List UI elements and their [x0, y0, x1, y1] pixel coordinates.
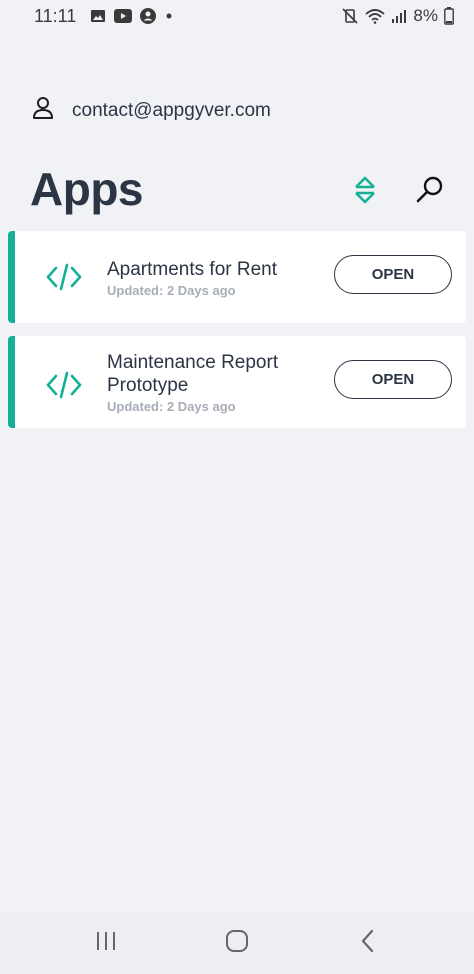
- app-card-text: Apartments for Rent Updated: 2 Days ago: [107, 258, 336, 298]
- image-icon: [90, 8, 106, 24]
- battery-percent: 8%: [413, 6, 438, 25]
- account-circle-icon: [140, 8, 157, 24]
- status-bar: 11:11 8%: [0, 0, 474, 32]
- app-card-text: Maintenance Report Prototype Updated: 2 …: [107, 351, 336, 414]
- open-button[interactable]: OPEN: [334, 255, 452, 294]
- system-nav-bar: [0, 912, 474, 974]
- signal-icon: [391, 8, 407, 24]
- status-bar-left: 11:11: [34, 6, 174, 27]
- home-icon: [224, 928, 250, 959]
- back-icon: [359, 929, 377, 958]
- dot-icon: [164, 11, 174, 21]
- home-button[interactable]: [217, 923, 257, 963]
- app-card[interactable]: Maintenance Report Prototype Updated: 2 …: [8, 336, 466, 428]
- back-button[interactable]: [348, 923, 388, 963]
- search-button[interactable]: [414, 174, 446, 206]
- app-title: Apartments for Rent: [107, 259, 278, 280]
- account-email: contact@appgyver.com: [72, 99, 271, 121]
- app-title-line2: Prototype: [107, 375, 189, 396]
- vibrate-off-icon: [341, 7, 359, 25]
- sort-button[interactable]: [351, 174, 379, 206]
- status-time: 11:11: [34, 5, 77, 26]
- open-button[interactable]: OPEN: [334, 360, 452, 399]
- app-card[interactable]: Apartments for Rent Updated: 2 Days ago …: [8, 231, 466, 323]
- youtube-icon: [114, 9, 133, 23]
- app-title-line1: Maintenance Report: [107, 352, 279, 373]
- code-icon: [46, 370, 82, 400]
- battery-icon: [444, 7, 454, 25]
- user-icon: [32, 96, 54, 125]
- recents-button[interactable]: [86, 923, 126, 963]
- recents-icon: [94, 930, 118, 957]
- app-updated: Updated: 2 Days ago: [107, 399, 236, 414]
- code-icon: [46, 262, 82, 292]
- app-updated: Updated: 2 Days ago: [107, 283, 236, 298]
- status-bar-right: 8%: [341, 6, 454, 26]
- sort-icon: [351, 176, 379, 210]
- wifi-icon: [365, 8, 386, 24]
- search-icon: [414, 176, 446, 210]
- page-title: Apps: [30, 163, 144, 215]
- account-row[interactable]: contact@appgyver.com: [32, 96, 271, 125]
